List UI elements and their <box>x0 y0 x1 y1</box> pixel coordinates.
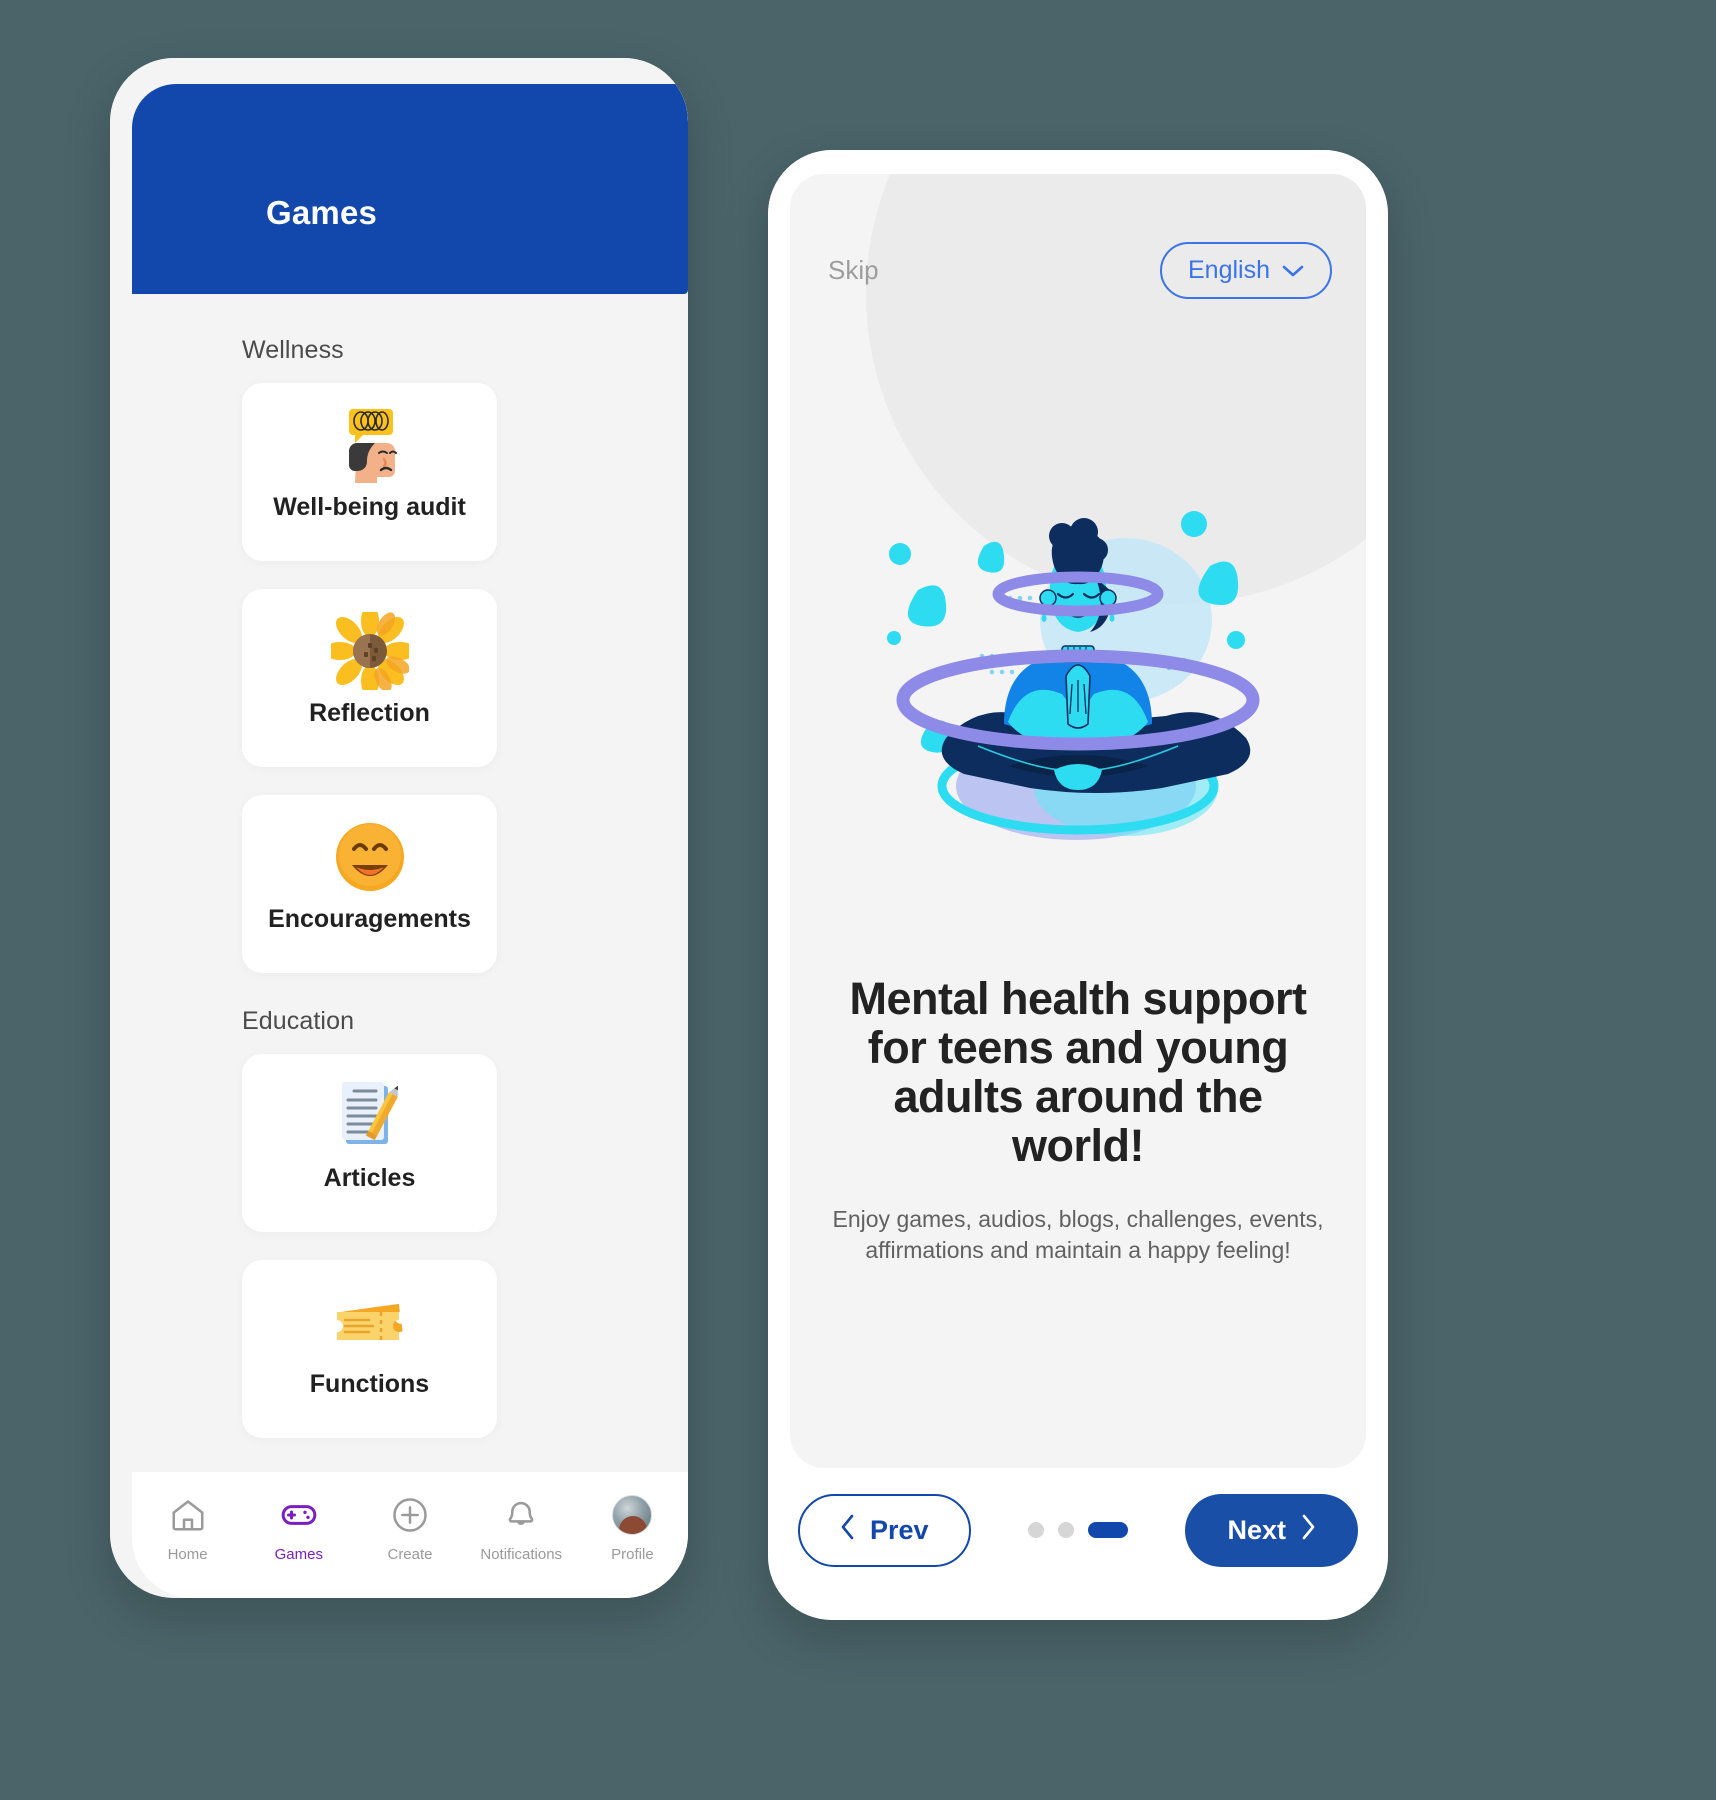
pagination-dots <box>1028 1522 1129 1538</box>
language-selector-label: English <box>1188 256 1270 284</box>
game-card-articles[interactable]: Articles <box>242 1054 497 1232</box>
games-phone-frame: Games Wellness Well-being audit Reflecti… <box>110 58 688 1598</box>
next-button[interactable]: Next <box>1185 1493 1358 1567</box>
skip-button[interactable]: Skip <box>828 255 879 286</box>
game-card-label: Well-being audit <box>273 493 466 521</box>
tab-games[interactable]: Games <box>243 1494 354 1563</box>
chevron-right-icon <box>1300 1514 1316 1547</box>
home-icon <box>169 1494 207 1536</box>
card-grid-wellness: Well-being audit Reflection Encouragemen… <box>132 383 688 973</box>
pagination-dot[interactable] <box>1058 1522 1075 1538</box>
bell-icon <box>502 1494 540 1536</box>
game-card-label: Reflection <box>309 699 430 727</box>
gamepad-icon <box>279 1494 319 1536</box>
sunflower-icon <box>330 609 409 693</box>
tab-label: Games <box>274 1546 323 1563</box>
games-screen: Games Wellness Well-being audit Reflecti… <box>110 58 688 1598</box>
app-header: Games <box>132 84 688 294</box>
game-card-well-being-audit[interactable]: Well-being audit <box>242 383 497 561</box>
pagination-dot[interactable] <box>1028 1522 1045 1538</box>
game-card-label: Encouragements <box>268 905 471 933</box>
chevron-down-icon <box>1282 264 1304 278</box>
tab-label: Profile <box>611 1546 654 1563</box>
title-line-2: for teens and young <box>867 1022 1289 1074</box>
subtitle-line-1: Enjoy games, audios, blogs, challenges, … <box>832 1206 1324 1233</box>
plus-circle-icon <box>390 1494 430 1536</box>
onboarding-copy: Mental health support for teens and youn… <box>828 974 1328 1265</box>
section-heading-education: Education <box>242 1007 355 1035</box>
admission-tickets-icon <box>331 1280 409 1364</box>
title-line-3: adults around the world! <box>893 1071 1263 1172</box>
avatar <box>612 1494 653 1536</box>
pagination-dot-active[interactable] <box>1088 1522 1129 1538</box>
title-line-1: Mental health support <box>849 973 1307 1024</box>
memo-pencil-icon <box>334 1074 406 1158</box>
tab-label: Home <box>167 1546 208 1563</box>
tab-home[interactable]: Home <box>132 1494 243 1563</box>
onboarding-canvas: Skip English Mental health support for t… <box>790 174 1366 1468</box>
page-title: Games <box>266 194 378 231</box>
prev-button-label: Prev <box>870 1514 929 1545</box>
onboarding-topbar: Skip English <box>828 242 1332 299</box>
meditation-lotus-pose-illustration <box>790 370 1366 970</box>
tab-label: Notifications <box>480 1546 563 1563</box>
onboarding-phone-frame: Skip English Mental health support for t… <box>768 150 1388 1620</box>
tab-notifications[interactable]: Notifications <box>466 1494 577 1563</box>
onboarding-footer: Prev Next <box>790 1480 1366 1580</box>
game-card-functions[interactable]: Functions <box>242 1260 497 1438</box>
bottom-tab-bar: Home Games Create Notifications Profile <box>132 1472 688 1598</box>
subtitle-line-2: affirmations and maintain a happy feelin… <box>865 1236 1291 1263</box>
avatar-image <box>612 1495 653 1535</box>
section-heading-wellness: Wellness <box>242 336 344 364</box>
tab-label: Create <box>387 1546 433 1563</box>
onboarding-title: Mental health support for teens and youn… <box>828 974 1328 1170</box>
onboarding-subtitle: Enjoy games, audios, blogs, challenges, … <box>828 1204 1328 1265</box>
game-card-reflection[interactable]: Reflection <box>242 589 497 767</box>
game-card-encouragements[interactable]: Encouragements <box>242 795 497 973</box>
game-card-label: Articles <box>323 1164 416 1192</box>
tab-create[interactable]: Create <box>354 1494 465 1563</box>
card-grid-education: Articles Functions <box>132 1054 688 1438</box>
language-selector[interactable]: English <box>1160 242 1332 299</box>
anxious-face-with-scribble-icon <box>333 403 407 487</box>
game-card-label: Functions <box>309 1370 430 1398</box>
next-button-label: Next <box>1227 1514 1286 1545</box>
grinning-smile-icon <box>334 815 406 899</box>
tab-profile[interactable]: Profile <box>577 1494 688 1563</box>
onboarding-screen: Skip English Mental health support for t… <box>768 150 1388 1620</box>
chevron-left-icon <box>840 1514 856 1547</box>
prev-button[interactable]: Prev <box>798 1493 971 1567</box>
games-content: Wellness Well-being audit Reflection Enc… <box>132 294 688 1472</box>
